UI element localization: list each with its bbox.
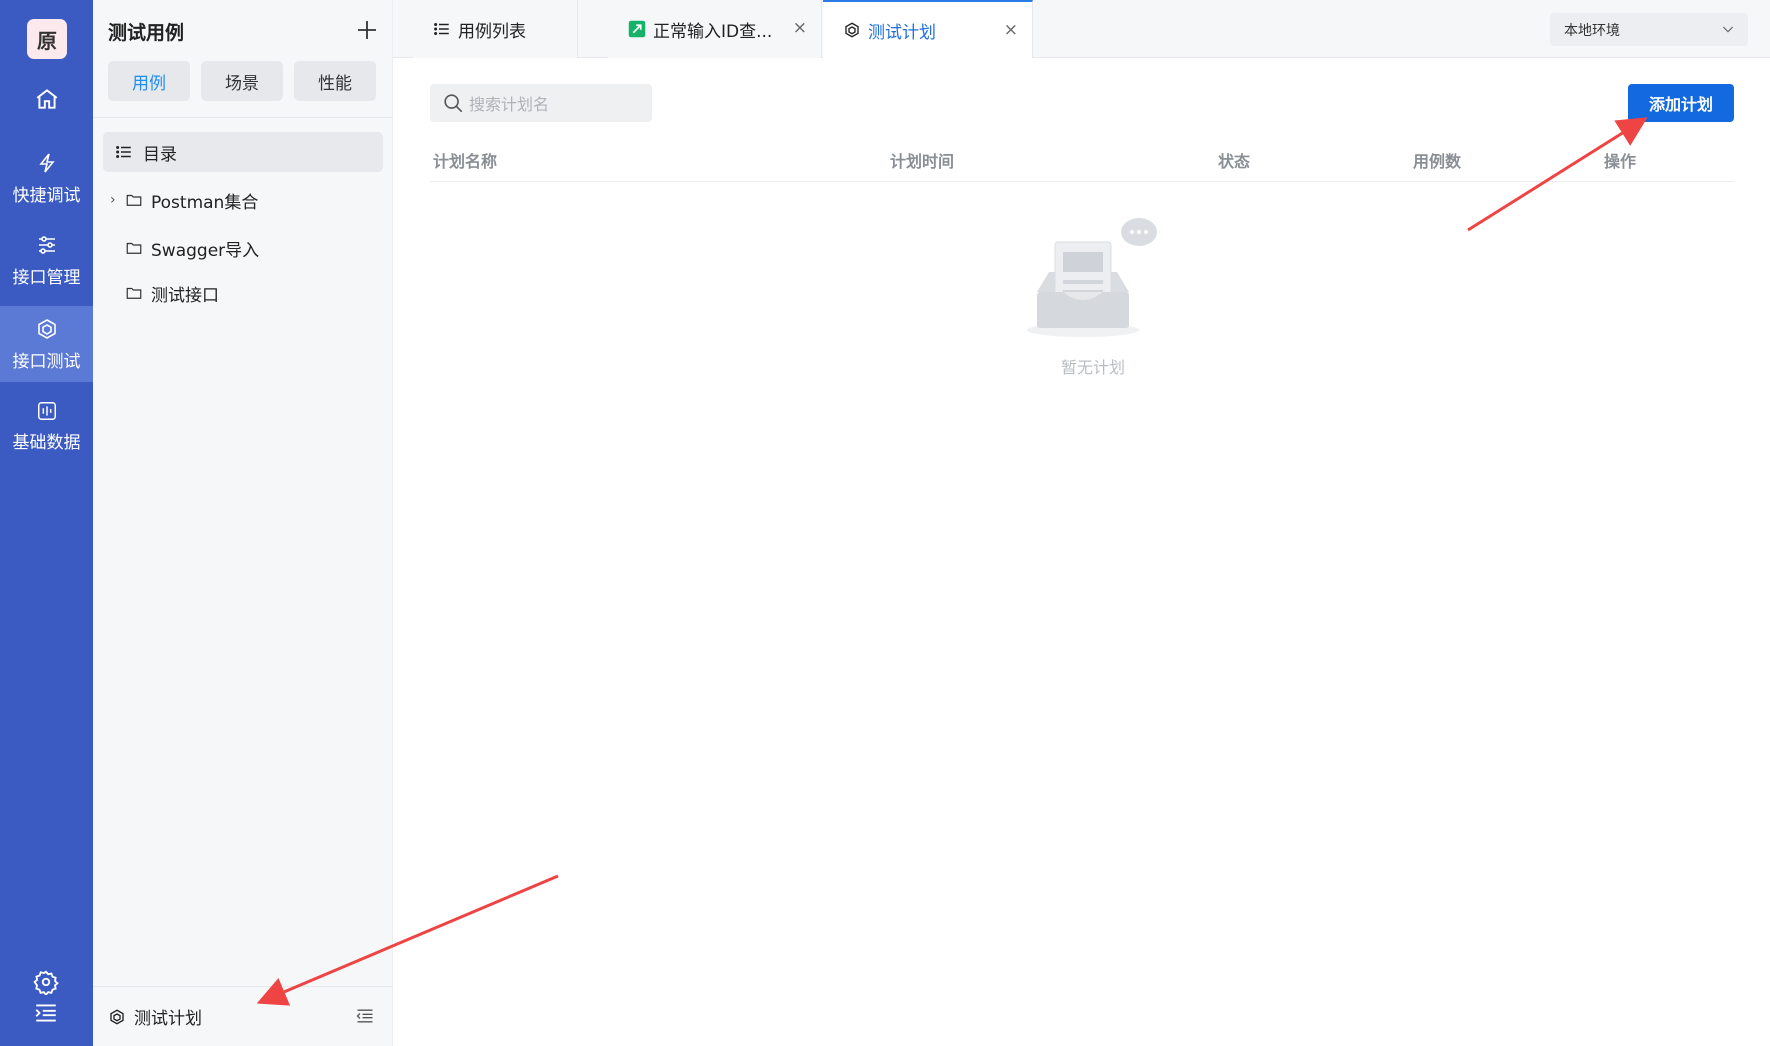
sidebar-divider	[93, 117, 393, 118]
nav-api-management[interactable]: 接口管理	[0, 222, 93, 298]
close-icon[interactable]: ×	[793, 18, 807, 38]
nav-label: 基础数据	[12, 432, 81, 453]
expand-menu-icon[interactable]	[33, 1000, 59, 1026]
folder-icon	[126, 242, 142, 254]
tree-item-label: Swagger导入	[151, 240, 260, 261]
main-content: 用例列表 正常输入ID查... × 测试计划 × 本地环境 搜索计划名 添加计划…	[393, 0, 1770, 1046]
tree-item-swagger[interactable]: Swagger导入	[125, 234, 259, 262]
cube-icon	[110, 1008, 124, 1025]
nav-home[interactable]	[0, 64, 93, 140]
tab-case-list[interactable]: 用例列表	[413, 0, 578, 58]
nav-api-testing[interactable]: 接口测试	[0, 306, 93, 382]
environment-select[interactable]: 本地环境	[1550, 13, 1748, 46]
col-status[interactable]: 状态	[1218, 148, 1250, 172]
sliders-icon	[38, 235, 55, 254]
cube-icon	[37, 318, 56, 339]
folder-icon	[126, 287, 142, 299]
tab-test-plan[interactable]: 测试计划 ×	[823, 0, 1033, 58]
cube-icon	[845, 22, 859, 38]
chevron-down-icon	[1722, 26, 1734, 33]
empty-state-text: 暂无计划	[1060, 358, 1125, 377]
col-actions[interactable]: 操作	[1604, 148, 1636, 172]
app-logo: 原	[27, 19, 67, 59]
sidebar-tabs: 用例 场景 性能	[108, 61, 376, 101]
col-plan-name[interactable]: 计划名称	[433, 148, 497, 172]
chevron-right-icon[interactable]: ›	[110, 192, 125, 208]
col-case-count[interactable]: 用例数	[1413, 148, 1461, 172]
search-placeholder: 搜索计划名	[469, 95, 550, 114]
nav-label: 快捷调试	[12, 185, 81, 206]
add-plan-button[interactable]: 添加计划	[1628, 84, 1734, 122]
data-chart-icon	[37, 401, 56, 420]
sidebar-title: 测试用例	[108, 22, 185, 44]
collapse-menu-icon[interactable]	[355, 1006, 375, 1026]
nav-label: 接口管理	[12, 267, 81, 288]
close-icon[interactable]: ×	[1004, 20, 1018, 40]
tab-bar: 用例列表 正常输入ID查... × 测试计划 × 本地环境	[393, 0, 1770, 58]
tab-normal-input-id[interactable]: 正常输入ID查... ×	[608, 0, 822, 58]
footer-label: 测试计划	[134, 1009, 202, 1029]
sidebar-footer-test-plan[interactable]: 测试计划	[93, 986, 393, 1046]
nav-quick-debug[interactable]: 快捷调试	[0, 140, 93, 216]
tree-item-label: 测试接口	[151, 285, 219, 306]
tree-item-label: Postman集合	[151, 192, 259, 213]
plan-search-input[interactable]: 搜索计划名	[430, 84, 652, 122]
tree-root-label: 目录	[143, 144, 177, 165]
nav-label: 接口测试	[12, 351, 81, 372]
case-sidebar: 测试用例 用例 场景 性能 目录 › Postman集合 Swagger导入 测…	[93, 0, 393, 1046]
empty-inbox-icon	[1027, 218, 1157, 337]
list-icon	[434, 23, 449, 35]
col-plan-time[interactable]: 计划时间	[890, 148, 954, 172]
nav-basic-data[interactable]: 基础数据	[0, 388, 93, 464]
folder-icon	[126, 194, 142, 206]
lightning-icon	[38, 153, 55, 172]
empty-state: 暂无计划	[1023, 214, 1163, 377]
add-icon[interactable]	[355, 18, 379, 42]
tab-cases[interactable]: 用例	[108, 61, 190, 101]
tab-label: 用例列表	[458, 21, 526, 42]
tab-performance[interactable]: 性能	[294, 61, 376, 101]
tab-label: 正常输入ID查...	[653, 21, 773, 42]
settings-icon[interactable]	[33, 969, 59, 995]
tree-item-postman[interactable]: › Postman集合	[110, 186, 258, 214]
api-request-icon	[628, 20, 646, 38]
home-icon	[36, 89, 57, 109]
tree-root[interactable]: 目录	[103, 132, 383, 172]
left-rail: 原 快捷调试 接口管理 接口测试 基础数据	[0, 0, 93, 1046]
tab-label: 测试计划	[868, 22, 936, 43]
list-icon	[116, 146, 131, 158]
table-header: 计划名称 计划时间 状态 用例数 操作	[430, 140, 1734, 182]
environment-value: 本地环境	[1564, 22, 1620, 39]
tree-item-test-api[interactable]: 测试接口	[125, 279, 219, 307]
search-icon	[444, 94, 463, 113]
tab-scenarios[interactable]: 场景	[201, 61, 283, 101]
